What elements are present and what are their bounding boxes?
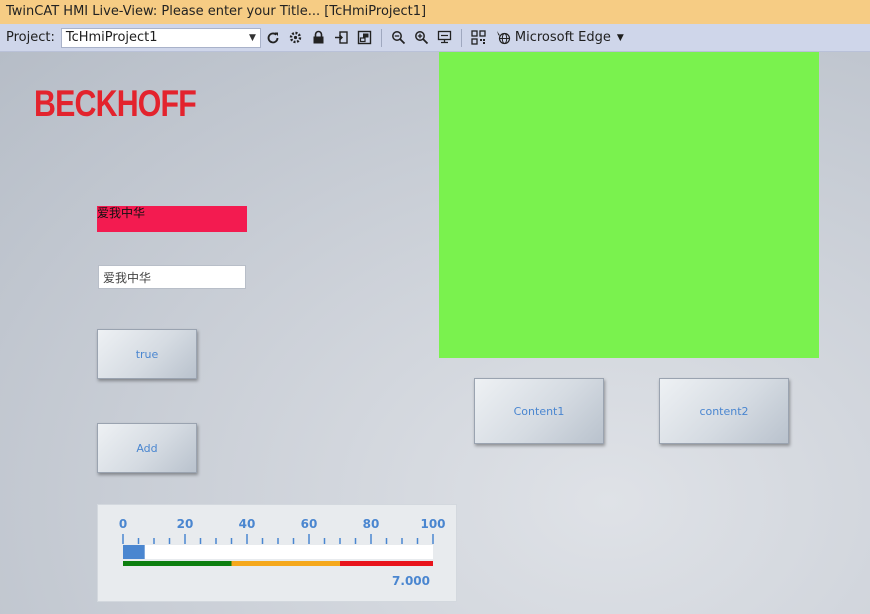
green-region — [439, 52, 819, 358]
toolbar-separator — [460, 28, 462, 47]
true-button[interactable]: true — [97, 329, 197, 379]
project-label: Project: — [6, 30, 55, 45]
chevron-down-icon: ▼ — [616, 32, 624, 43]
content2-button[interactable]: content2 — [659, 378, 789, 444]
gauge-value-bar — [123, 545, 145, 559]
gauge-track — [123, 545, 433, 559]
project-select-value: TcHmiProject1 — [65, 30, 158, 45]
settings-gear-icon[interactable] — [285, 27, 307, 49]
textbox-input[interactable] — [98, 265, 246, 289]
browser-globe-icon — [493, 27, 515, 49]
hmi-canvas: BECKHOFF 爱我中华 true Add Content1 content2… — [0, 52, 870, 614]
gauge-value: 7.000 — [392, 574, 430, 588]
browser-select-value: Microsoft Edge — [514, 30, 611, 45]
qr-code-icon[interactable] — [468, 27, 490, 49]
window-icon[interactable] — [354, 27, 376, 49]
content1-button[interactable]: Content1 — [474, 378, 604, 444]
refresh-icon[interactable] — [262, 27, 284, 49]
gauge-tick-label: 0 — [119, 517, 127, 531]
gauge-tick-label: 80 — [363, 517, 380, 531]
gauge-tick-label: 100 — [420, 517, 445, 531]
toolbar-separator — [380, 28, 382, 47]
export-icon[interactable] — [331, 27, 353, 49]
zoom-out-icon[interactable] — [388, 27, 410, 49]
gauge-zone — [340, 561, 433, 566]
gauge-tick-label: 60 — [301, 517, 318, 531]
linear-gauge: 0 20 40 60 80 100 7.000 — [97, 504, 457, 602]
browser-select[interactable]: Microsoft Edge ▼ — [492, 27, 624, 49]
add-button[interactable]: Add — [97, 423, 197, 473]
lock-icon[interactable] — [308, 27, 330, 49]
gauge-tick-label: 40 — [239, 517, 256, 531]
toolbar: Project: TcHmiProject1 ▼ Microsoft Edge … — [0, 24, 870, 52]
gauge-scale: 0 20 40 60 80 100 — [119, 517, 446, 566]
gauge-tick-label: 20 — [177, 517, 194, 531]
chevron-down-icon: ▼ — [248, 32, 256, 43]
textblock: 爱我中华 — [97, 206, 247, 232]
window-title: TwinCAT HMI Live-View: Please enter your… — [0, 0, 870, 24]
zoom-in-icon[interactable] — [411, 27, 433, 49]
beckhoff-logo: BECKHOFF — [34, 83, 197, 124]
project-select[interactable]: TcHmiProject1 ▼ — [60, 27, 261, 48]
zoom-reset-icon[interactable] — [434, 27, 456, 49]
gauge-zone — [231, 561, 340, 566]
gauge-zone — [123, 561, 232, 566]
